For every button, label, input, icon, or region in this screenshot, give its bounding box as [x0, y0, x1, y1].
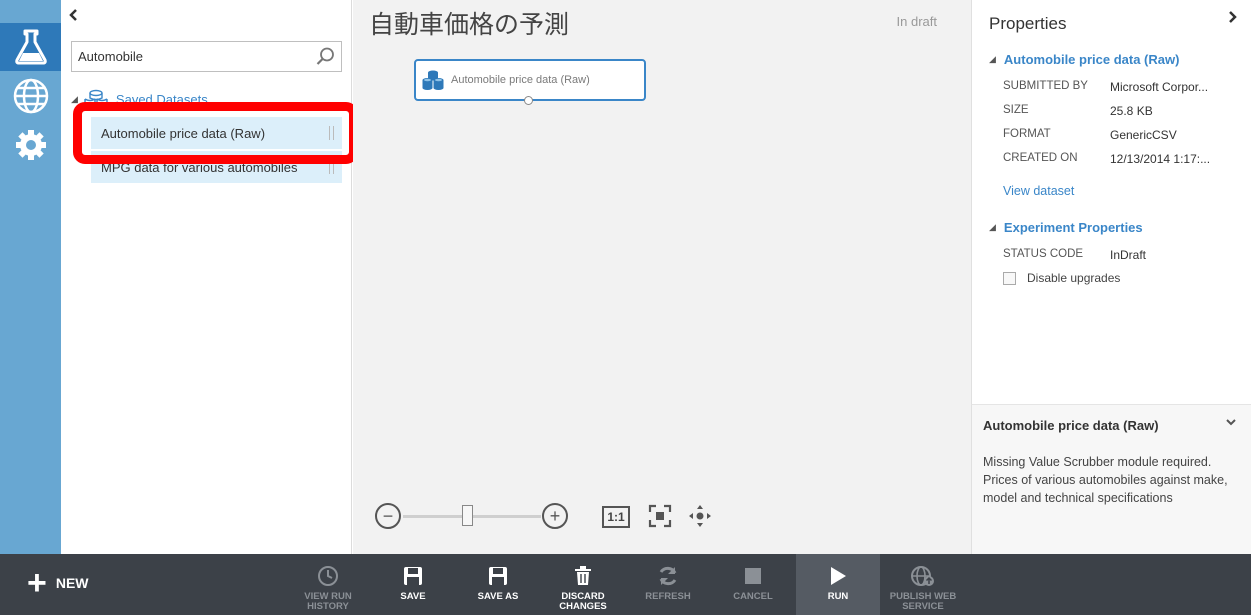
- module-palette: ◢ Saved Datasets Automobile price data (…: [61, 0, 352, 554]
- module-label: Automobile price data (Raw): [451, 74, 590, 86]
- command-bar: + NEW VIEW RUN HISTORY SAVE SAVE AS DISC…: [0, 554, 1251, 615]
- command-label: CANCEL: [733, 591, 773, 602]
- fit-to-screen-button[interactable]: [647, 503, 673, 529]
- palette-search-input[interactable]: [72, 42, 302, 71]
- trash-icon: [575, 566, 591, 585]
- module-description-panel: Automobile price data (Raw) Missing Valu…: [971, 404, 1251, 554]
- command-label: PUBLISH WEB SERVICE: [889, 591, 957, 612]
- prop-key: STATUS CODE: [1003, 248, 1084, 260]
- pan-button[interactable]: [687, 503, 713, 529]
- actual-size-button[interactable]: 1:1: [602, 506, 630, 528]
- zoom-in-button[interactable]: +: [542, 503, 568, 529]
- zoom-minus-icon: −: [382, 506, 394, 526]
- play-icon: [831, 567, 846, 585]
- view-dataset-link[interactable]: View dataset: [1003, 184, 1074, 198]
- section-title: Automobile price data (Raw): [1003, 52, 1180, 67]
- dataset-module-icon: [422, 70, 444, 90]
- command-label: RUN: [827, 591, 849, 602]
- save-button[interactable]: SAVE: [371, 554, 455, 615]
- refresh-button[interactable]: REFRESH: [626, 554, 710, 615]
- save-icon: [404, 567, 422, 585]
- prop-value: 12/13/2014 1:17:...: [1110, 152, 1211, 166]
- prop-row-status-code: STATUS CODE InDraft: [1003, 248, 1243, 262]
- prop-key: SUBMITTED BY: [1003, 80, 1088, 92]
- view-run-history-button[interactable]: VIEW RUN HISTORY: [286, 554, 370, 615]
- fit-screen-icon: [648, 504, 672, 528]
- prop-row-format: FORMAT GenericCSV: [1003, 128, 1243, 142]
- experiment-canvas[interactable]: 自動車価格の予測 In draft Automobile price data …: [353, 0, 971, 554]
- stop-icon: [745, 568, 761, 584]
- output-port[interactable]: [524, 96, 533, 105]
- expand-triangle-icon: ◢: [71, 93, 78, 104]
- palette-search-box: [71, 41, 342, 72]
- pan-icon: [689, 505, 711, 527]
- chevron-down-icon: [1226, 419, 1236, 426]
- dataset-properties-section[interactable]: ◢ Automobile price data (Raw): [989, 52, 1179, 67]
- description-text: Missing Value Scrubber module required. …: [983, 455, 1228, 505]
- dataset-module-node[interactable]: Automobile price data (Raw): [414, 59, 646, 105]
- discard-changes-button[interactable]: DISCARD CHANGES: [541, 554, 625, 615]
- prop-row-created-on: CREATED ON 12/13/2014 1:17:...: [1003, 152, 1243, 166]
- properties-title: Properties: [989, 14, 1067, 33]
- prop-key: SIZE: [1003, 104, 1029, 116]
- properties-panel: Properties ◢ Automobile price data (Raw)…: [971, 0, 1251, 404]
- description-title: Automobile price data (Raw): [983, 418, 1159, 433]
- checkbox-label: Disable upgrades: [1027, 271, 1121, 285]
- command-label: SAVE AS: [477, 591, 519, 602]
- prop-value: InDraft: [1110, 248, 1147, 262]
- plus-icon: +: [27, 564, 47, 602]
- globe-icon: [13, 78, 48, 114]
- refresh-icon: [659, 566, 677, 586]
- prop-row-size: SIZE 25.8 KB: [1003, 104, 1243, 118]
- zoom-plus-icon: +: [549, 506, 561, 526]
- command-label: REFRESH: [645, 591, 691, 602]
- command-label: SAVE: [400, 591, 426, 602]
- left-nav-rail: [0, 0, 61, 554]
- prop-value: GenericCSV: [1110, 128, 1177, 142]
- properties-collapse-button[interactable]: [1227, 10, 1237, 28]
- prop-row-submitted-by: SUBMITTED BY Microsoft Corpor...: [1003, 80, 1243, 94]
- disable-upgrades-row: Disable upgrades: [1003, 271, 1120, 285]
- actual-size-label: 1:1: [607, 510, 625, 524]
- save-as-button[interactable]: SAVE AS: [456, 554, 540, 615]
- description-collapse-button[interactable]: [1225, 415, 1237, 430]
- zoom-out-button[interactable]: −: [375, 503, 401, 529]
- cancel-button[interactable]: CANCEL: [711, 554, 795, 615]
- experiment-properties-section[interactable]: ◢ Experiment Properties: [989, 220, 1143, 235]
- zoom-slider-thumb[interactable]: [462, 505, 473, 526]
- flask-icon: [14, 29, 47, 65]
- experiment-status: In draft: [896, 14, 937, 29]
- run-button[interactable]: RUN: [796, 554, 880, 615]
- prop-value: Microsoft Corpor...: [1110, 80, 1209, 94]
- new-button[interactable]: + NEW: [27, 564, 89, 602]
- chevron-left-icon: [69, 9, 77, 21]
- expand-triangle-icon: ◢: [989, 222, 996, 232]
- new-label: NEW: [55, 575, 89, 591]
- disable-upgrades-checkbox[interactable]: [1003, 271, 1016, 285]
- search-icon[interactable]: [316, 47, 335, 71]
- palette-collapse-button[interactable]: [69, 8, 79, 26]
- chevron-right-icon: [1229, 11, 1237, 23]
- command-label: VIEW RUN HISTORY: [304, 591, 352, 612]
- annotation-highlight-box: [73, 102, 358, 164]
- publish-web-service-button[interactable]: PUBLISH WEB SERVICE: [881, 554, 965, 615]
- web-services-nav-button[interactable]: [0, 72, 61, 120]
- zoom-controls: − + 1:1: [373, 501, 713, 531]
- section-title: Experiment Properties: [1003, 220, 1143, 235]
- experiment-title[interactable]: 自動車価格の予測: [369, 5, 569, 41]
- experiments-nav-button[interactable]: [0, 23, 61, 71]
- publish-globe-icon: [911, 566, 934, 586]
- expand-triangle-icon: ◢: [989, 54, 996, 64]
- settings-nav-button[interactable]: [0, 121, 61, 169]
- prop-value: 25.8 KB: [1110, 104, 1153, 118]
- command-label: DISCARD CHANGES: [559, 591, 607, 612]
- gear-icon: [15, 130, 46, 160]
- prop-key: CREATED ON: [1003, 152, 1078, 164]
- prop-key: FORMAT: [1003, 128, 1051, 140]
- save-as-icon: [489, 567, 507, 585]
- clock-icon: [318, 566, 338, 586]
